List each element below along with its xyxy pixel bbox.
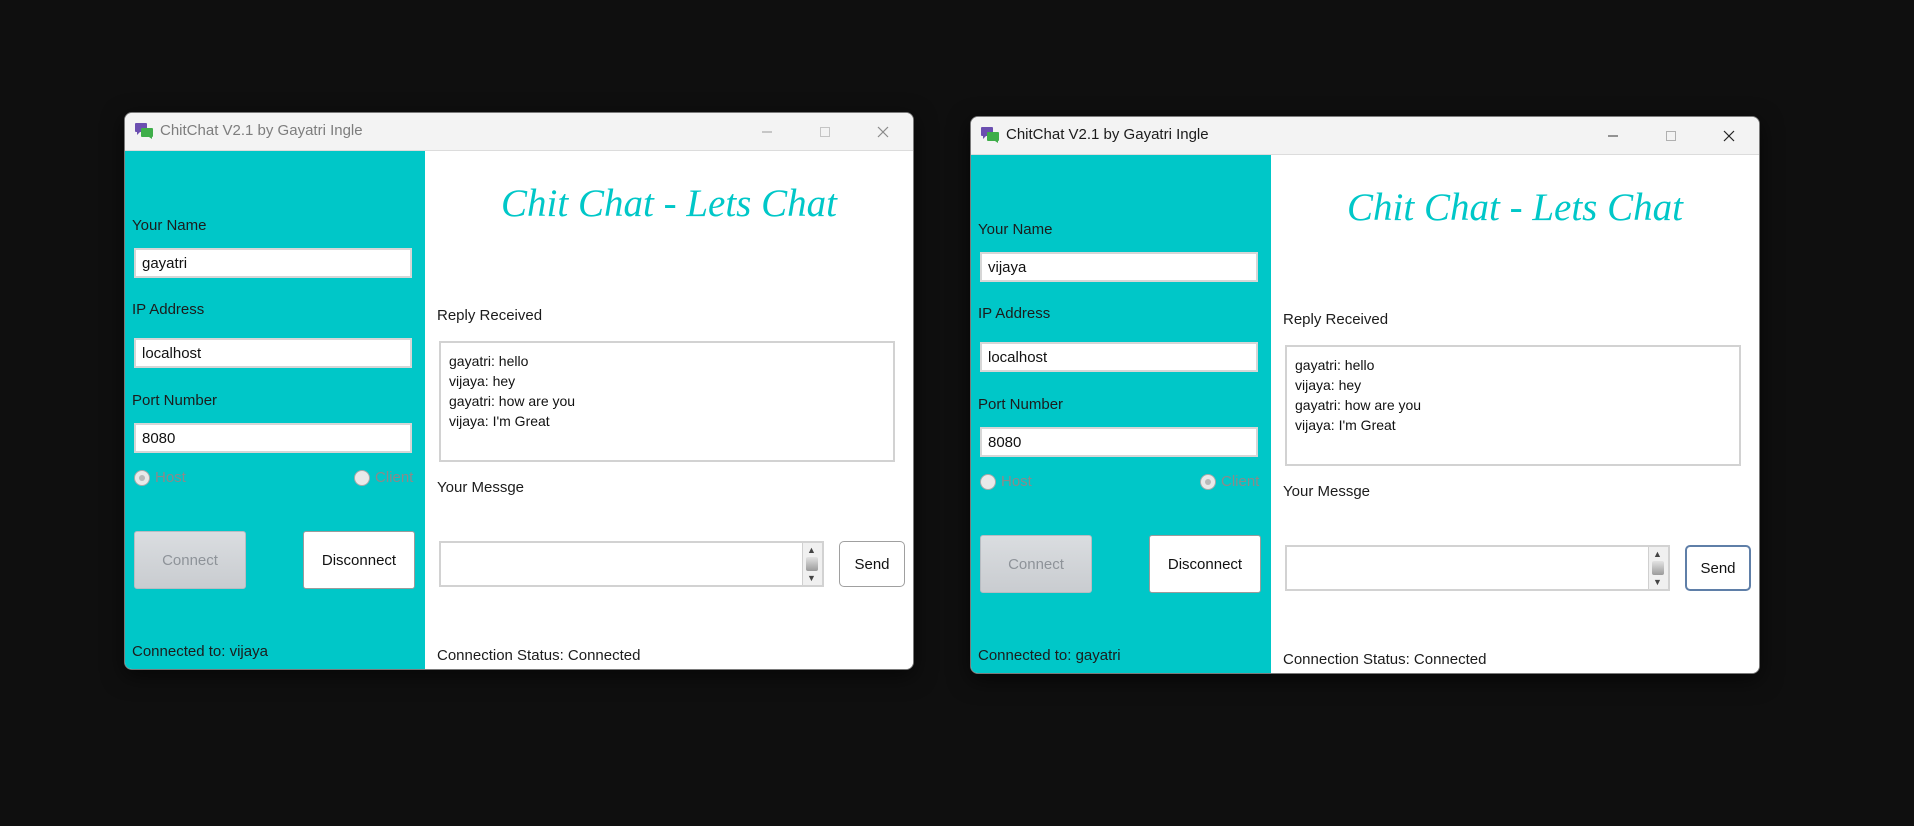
message-input-box: ▲ ▼ — [1285, 545, 1670, 591]
window-title: ChitChat V2.1 by Gayatri Ingle — [160, 122, 363, 139]
host-radio[interactable]: Host — [134, 469, 186, 486]
message-scrollbar[interactable]: ▲ ▼ — [1648, 547, 1668, 589]
client-radio-label: Client — [375, 469, 414, 486]
connect-button[interactable]: Connect — [980, 535, 1092, 593]
client-radio[interactable]: Client — [1200, 473, 1259, 490]
name-label: Your Name — [978, 221, 1053, 238]
chat-bubbles-icon — [134, 122, 154, 140]
minimize-icon[interactable] — [738, 113, 796, 150]
message-input[interactable] — [1287, 547, 1651, 591]
port-label: Port Number — [978, 396, 1064, 413]
chat-panel: Chit Chat - Lets Chat Reply Received gay… — [425, 151, 913, 669]
app-heading: Chit Chat - Lets Chat — [501, 182, 837, 225]
minimize-icon[interactable] — [1584, 117, 1642, 154]
chitchat-window-vijaya: ChitChat V2.1 by Gayatri Ingle Your Name… — [970, 116, 1760, 674]
chat-bubbles-icon — [980, 126, 1000, 144]
scroll-up-icon[interactable]: ▲ — [807, 545, 816, 555]
client-radio[interactable]: Client — [354, 469, 413, 486]
ip-label: IP Address — [978, 305, 1051, 322]
ip-field[interactable] — [980, 342, 1258, 372]
close-icon[interactable] — [854, 113, 912, 150]
name-label: Your Name — [132, 217, 207, 234]
connection-status: Connection Status: Connected — [1283, 651, 1487, 668]
connected-to-label: Connected to: vijaya — [132, 643, 268, 660]
message-line: vijaya: hey — [1295, 377, 1362, 393]
your-message-label: Your Messge — [437, 479, 524, 496]
connection-panel: Your Name IP Address Port Number Host Cl… — [971, 155, 1271, 673]
host-radio-button[interactable] — [134, 469, 150, 486]
messages-area[interactable]: gayatri: hello vijaya: hey gayatri: how … — [439, 341, 895, 462]
message-line: vijaya: hey — [449, 373, 516, 389]
disconnect-button[interactable]: Disconnect — [303, 531, 415, 589]
message-input[interactable] — [441, 543, 805, 587]
message-input-box: ▲ ▼ — [439, 541, 824, 587]
reply-received-label: Reply Received — [437, 307, 543, 324]
ip-label: IP Address — [132, 301, 205, 318]
ip-field[interactable] — [134, 338, 412, 368]
message-line: vijaya: I'm Great — [449, 413, 550, 429]
scroll-thumb[interactable] — [806, 557, 818, 571]
window-title: ChitChat V2.1 by Gayatri Ingle — [1006, 126, 1209, 143]
port-label: Port Number — [132, 392, 218, 409]
title-bar[interactable]: ChitChat V2.1 by Gayatri Ingle — [125, 113, 913, 151]
chitchat-window-gayatri: ChitChat V2.1 by Gayatri Ingle Your Name… — [124, 112, 914, 670]
scroll-up-icon[interactable]: ▲ — [1653, 549, 1662, 559]
chat-panel: Chit Chat - Lets Chat Reply Received gay… — [1271, 155, 1759, 673]
send-button[interactable]: Send — [1685, 545, 1751, 591]
name-field[interactable] — [980, 252, 1258, 282]
maximize-icon[interactable] — [796, 113, 854, 150]
disconnect-button[interactable]: Disconnect — [1149, 535, 1261, 593]
port-field[interactable] — [980, 427, 1258, 457]
message-line: gayatri: hello — [1295, 357, 1375, 373]
scroll-down-icon[interactable]: ▼ — [1653, 577, 1662, 587]
client-radio-button[interactable] — [354, 469, 370, 486]
port-field[interactable] — [134, 423, 412, 453]
message-scrollbar[interactable]: ▲ ▼ — [802, 543, 822, 585]
host-radio[interactable]: Host — [980, 473, 1032, 490]
client-radio-label: Client — [1221, 473, 1260, 490]
maximize-icon[interactable] — [1642, 117, 1700, 154]
scroll-down-icon[interactable]: ▼ — [807, 573, 816, 583]
connected-to-label: Connected to: gayatri — [978, 647, 1121, 664]
messages-area[interactable]: gayatri: hello vijaya: hey gayatri: how … — [1285, 345, 1741, 466]
host-radio-button[interactable] — [980, 473, 996, 490]
message-line: vijaya: I'm Great — [1295, 417, 1396, 433]
scroll-thumb[interactable] — [1652, 561, 1664, 575]
name-field[interactable] — [134, 248, 412, 278]
app-heading: Chit Chat - Lets Chat — [1347, 186, 1683, 229]
title-bar[interactable]: ChitChat V2.1 by Gayatri Ingle — [971, 117, 1759, 155]
connect-button[interactable]: Connect — [134, 531, 246, 589]
send-button[interactable]: Send — [839, 541, 905, 587]
message-line: gayatri: how are you — [1295, 397, 1422, 413]
message-line: gayatri: how are you — [449, 393, 576, 409]
client-radio-button[interactable] — [1200, 473, 1216, 490]
your-message-label: Your Messge — [1283, 483, 1370, 500]
connection-status: Connection Status: Connected — [437, 647, 641, 664]
connection-panel: Your Name IP Address Port Number Host Cl… — [125, 151, 425, 669]
reply-received-label: Reply Received — [1283, 311, 1389, 328]
message-line: gayatri: hello — [449, 353, 529, 369]
host-radio-label: Host — [1001, 473, 1032, 490]
host-radio-label: Host — [155, 469, 186, 486]
close-icon[interactable] — [1700, 117, 1758, 154]
